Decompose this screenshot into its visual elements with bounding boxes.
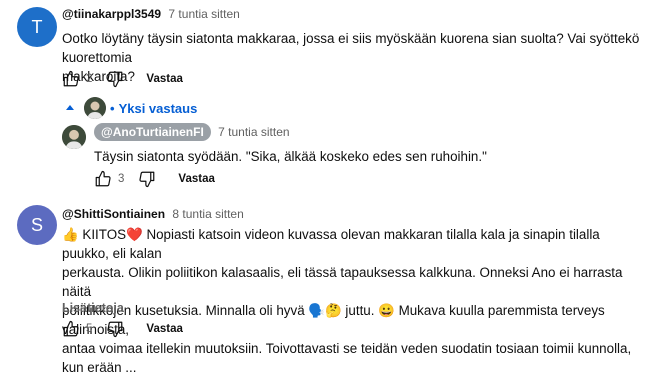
comment-header: @ShittiSontiainen 8 tuntia sitten: [62, 207, 244, 221]
thumb-down-icon: [107, 321, 123, 338]
dislike-button[interactable]: [106, 70, 124, 88]
avatar[interactable]: [62, 125, 86, 149]
read-more-link[interactable]: Lisätietoja: [62, 301, 124, 315]
thumb-up-icon: [95, 170, 111, 187]
comment-actions: 5 Vastaa: [62, 320, 183, 338]
comment-text: Täysin siatonta syödään. "Sika, älkää ko…: [94, 149, 487, 164]
replies-toggle[interactable]: • Yksi vastaus: [62, 97, 197, 119]
reply-button[interactable]: Vastaa: [146, 73, 182, 85]
like-count: 3: [118, 173, 125, 185]
avatar: [84, 97, 106, 119]
avatar[interactable]: S: [17, 205, 57, 245]
comment-text-line: Ootko löytäny täysin siatonta makkaraa, …: [62, 31, 640, 65]
like-button[interactable]: [62, 320, 80, 338]
like-count: 2: [86, 73, 93, 85]
reply-button[interactable]: Vastaa: [178, 173, 214, 185]
timestamp[interactable]: 7 tuntia sitten: [218, 125, 289, 139]
reply-button[interactable]: Vastaa: [146, 323, 182, 335]
dislike-button[interactable]: [138, 170, 156, 188]
timestamp[interactable]: 7 tuntia sitten: [168, 7, 239, 21]
thumb-up-icon: [63, 320, 79, 337]
author-name[interactable]: @ShittiSontiainen: [62, 207, 165, 221]
author-name[interactable]: @tiinakarppl3549: [62, 7, 161, 21]
caret-up-icon: [66, 105, 74, 110]
replies-toggle-label: Yksi vastaus: [118, 100, 198, 116]
comment-text-line: perkausta. Olikin poliitikon kalasaalis,…: [62, 265, 623, 299]
thumb-down-icon: [107, 71, 123, 88]
comment-text-line: antaa voimaa itellekin muutoksiin. Toivo…: [62, 341, 632, 375]
thumb-up-icon: [63, 70, 79, 87]
thumb-down-icon: [139, 171, 155, 188]
timestamp[interactable]: 8 tuntia sitten: [172, 207, 243, 221]
comment-text-line: 👍 KIITOS❤️ Nopiasti katsoin videon kuvas…: [62, 227, 600, 261]
like-button[interactable]: [62, 70, 80, 88]
like-button[interactable]: [94, 170, 112, 188]
dislike-button[interactable]: [106, 320, 124, 338]
comment-header: @tiinakarppl3549 7 tuntia sitten: [62, 7, 240, 21]
like-count: 5: [86, 323, 93, 335]
author-name[interactable]: @AnoTurtiainenFI: [94, 123, 211, 141]
comment-header: @AnoTurtiainenFI 7 tuntia sitten: [94, 123, 290, 141]
comment-actions: 2 Vastaa: [62, 70, 183, 88]
comment-text: 👍 KIITOS❤️ Nopiasti katsoin videon kuvas…: [62, 225, 650, 377]
avatar[interactable]: T: [17, 7, 57, 47]
comment-actions: 3 Vastaa: [94, 170, 215, 188]
